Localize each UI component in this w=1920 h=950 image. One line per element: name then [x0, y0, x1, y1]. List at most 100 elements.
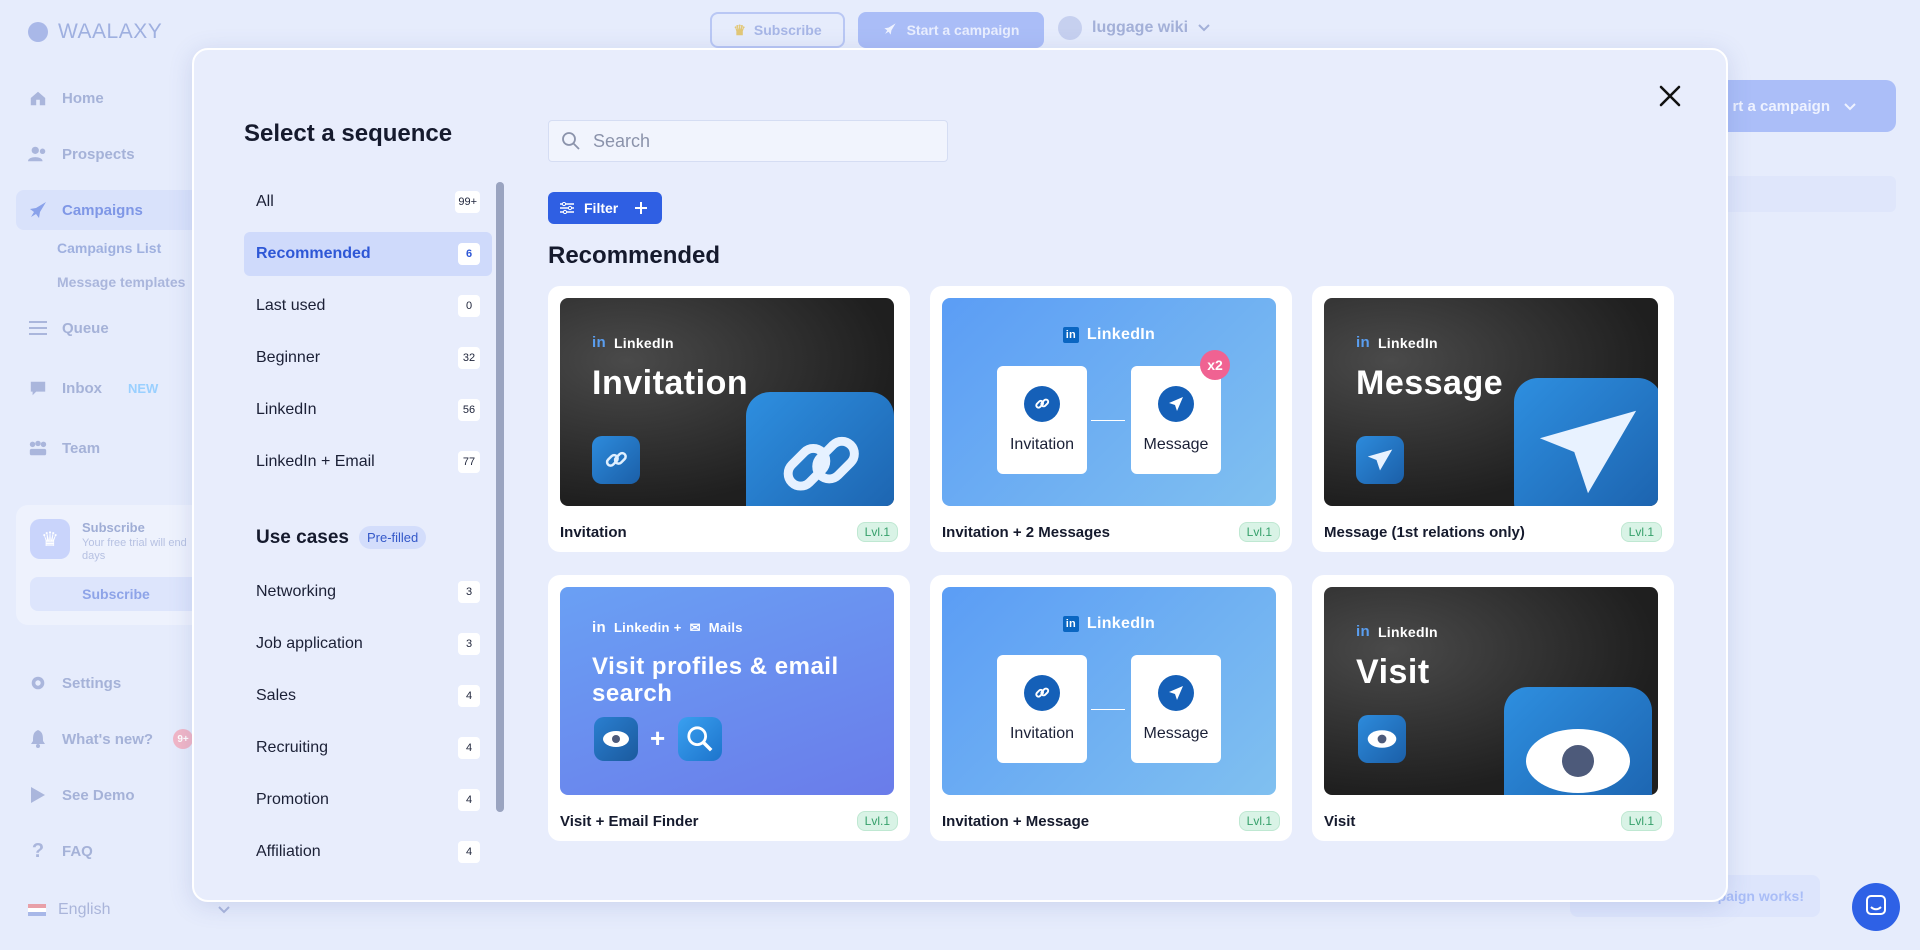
level-badge: Lvl.1: [1238, 811, 1280, 831]
avatar: [1058, 16, 1082, 40]
step-label: Message: [1143, 725, 1209, 742]
level-badge: Lvl.1: [1620, 811, 1662, 831]
logo: WAALAXY: [28, 20, 162, 44]
send-icon-large: [1514, 378, 1658, 506]
use-case-affiliation[interactable]: Affiliation 4: [244, 830, 492, 870]
sidebar-sub-message-templates[interactable]: Message templates: [57, 274, 185, 290]
linkedin-icon: in: [592, 334, 606, 351]
sequence-card-invitation[interactable]: in LinkedIn Invitation Invitation Lvl.1: [548, 286, 910, 552]
use-case-count: 4: [458, 737, 480, 759]
filter-button[interactable]: Filter: [548, 192, 662, 224]
chat-icon: [28, 378, 48, 398]
category-beginner[interactable]: Beginner 32: [244, 336, 492, 380]
user-menu[interactable]: luggage wiki: [1058, 16, 1210, 40]
queue-icon: [28, 318, 48, 338]
linkedin-icon: in: [1062, 616, 1079, 632]
search-input[interactable]: [593, 130, 913, 152]
search-box[interactable]: [548, 120, 948, 162]
sidebar-item-queue[interactable]: Queue: [28, 318, 109, 338]
alien-logo-icon: [28, 22, 48, 42]
sidebar-item-see-demo[interactable]: See Demo: [28, 785, 135, 805]
new-badge: NEW: [128, 380, 159, 396]
brand-label: in LinkedIn: [1356, 334, 1438, 351]
use-cases-heading: Use cases Pre-filled: [256, 526, 427, 549]
category-count: 99+: [455, 191, 480, 213]
sidebar-sub-campaigns-list[interactable]: Campaigns List: [57, 240, 161, 256]
category-all[interactable]: All 99+: [244, 180, 492, 224]
sidebar-item-prospects[interactable]: Prospects: [28, 144, 135, 164]
question-icon: ?: [31, 839, 45, 862]
card-thumbnail: in LinkedIn Invitation Message x2: [942, 298, 1276, 506]
category-scrollbar[interactable]: [496, 182, 504, 812]
category-last-used[interactable]: Last used 0: [244, 284, 492, 328]
link-icon: [592, 436, 640, 484]
use-case-networking[interactable]: Networking 3: [244, 570, 492, 614]
category-linkedin-email[interactable]: LinkedIn + Email 77: [244, 440, 492, 484]
prefilled-badge: Pre-filled: [358, 526, 427, 549]
rocket-icon: [28, 200, 48, 220]
scrollbar-thumb[interactable]: [496, 182, 504, 812]
use-case-job-application[interactable]: Job application 3: [244, 622, 492, 666]
search-icon: [562, 132, 580, 150]
sidebar-item-label: Settings: [62, 674, 122, 692]
step-label: Message: [1143, 436, 1209, 453]
use-case-promotion[interactable]: Promotion 4: [244, 778, 492, 822]
send-icon: [1158, 386, 1194, 422]
subscribe-box-button[interactable]: Subscribe: [30, 577, 202, 611]
sequence-card-invitation-message[interactable]: in LinkedIn Invitation Message Invitatio…: [930, 575, 1292, 841]
support-chat-button[interactable]: [1852, 883, 1900, 931]
close-modal-button[interactable]: [1654, 80, 1686, 112]
use-case-count: 4: [458, 685, 480, 707]
eye-icon: [1358, 715, 1406, 763]
brand-text: LinkedIn: [1377, 334, 1438, 351]
sidebar-item-settings[interactable]: Settings: [28, 673, 121, 693]
sidebar-item-label: Inbox: [62, 379, 102, 397]
home-icon: [28, 88, 48, 108]
step-message: Message: [1131, 366, 1221, 474]
sidebar-item-home[interactable]: Home: [28, 88, 104, 108]
close-icon: [1659, 85, 1681, 107]
use-case-label: Sales: [256, 687, 297, 704]
link-icon-large: [746, 392, 894, 506]
step-invitation: Invitation: [997, 655, 1087, 763]
eye-icon-large: [1504, 687, 1652, 795]
use-case-recruiting[interactable]: Recruiting 4: [244, 726, 492, 770]
sidebar-item-faq[interactable]: ? FAQ: [28, 839, 93, 862]
sequence-card-visit-email-finder[interactable]: in Linkedin + ✉ Mails Visit profiles & e…: [548, 575, 910, 841]
select-sequence-modal: Select a sequence All 99+ Recommended 6 …: [192, 48, 1728, 902]
brand-label: in LinkedIn: [942, 615, 1276, 633]
sequence-card-invitation-2-messages[interactable]: in LinkedIn Invitation Message x2 Invita…: [930, 286, 1292, 552]
category-recommended[interactable]: Recommended 6: [244, 232, 492, 276]
step-label: Invitation: [1009, 725, 1075, 742]
top-subscribe-button[interactable]: ♛ Subscribe: [710, 12, 845, 48]
logo-text: WAALAXY: [58, 20, 163, 43]
rocket-icon: [883, 22, 897, 39]
sequence-card-visit[interactable]: in LinkedIn Visit Visit Lvl.1: [1312, 575, 1674, 841]
chat-icon: [1865, 894, 1887, 921]
brand-label: in LinkedIn: [1356, 623, 1438, 640]
sidebar-item-campaigns[interactable]: Campaigns: [28, 200, 143, 220]
section-title: Recommended: [548, 242, 721, 269]
step-connector: [1091, 709, 1125, 710]
card-thumbnail: in LinkedIn Invitation Message: [942, 587, 1276, 795]
use-case-sales[interactable]: Sales 4: [244, 674, 492, 718]
brand-text: LinkedIn: [1086, 615, 1156, 632]
sequence-card-message[interactable]: in LinkedIn Message Message (1st relatio…: [1312, 286, 1674, 552]
use-case-count: 3: [458, 581, 480, 603]
brand-text: LinkedIn: [1086, 326, 1156, 343]
sidebar-item-inbox[interactable]: Inbox NEW: [28, 378, 158, 398]
top-start-campaign-button[interactable]: Start a campaign: [858, 12, 1044, 48]
sidebar-item-label: See Demo: [62, 786, 135, 804]
linkedin-icon: in: [1062, 327, 1079, 343]
card-thumbnail-title: Invitation: [592, 364, 749, 402]
filter-label: Filter: [584, 200, 619, 216]
sidebar-item-team[interactable]: Team: [28, 438, 100, 458]
sidebar-item-whats-new[interactable]: What's new? 9+: [28, 729, 194, 749]
flag-icon: [28, 904, 46, 916]
brand-label: in LinkedIn: [592, 334, 674, 351]
sidebar-item-label: FAQ: [62, 842, 93, 860]
use-case-count: 4: [458, 789, 480, 811]
category-linkedin[interactable]: LinkedIn 56: [244, 388, 492, 432]
crown-icon: ♛: [30, 519, 70, 559]
level-badge: Lvl.1: [856, 522, 898, 542]
